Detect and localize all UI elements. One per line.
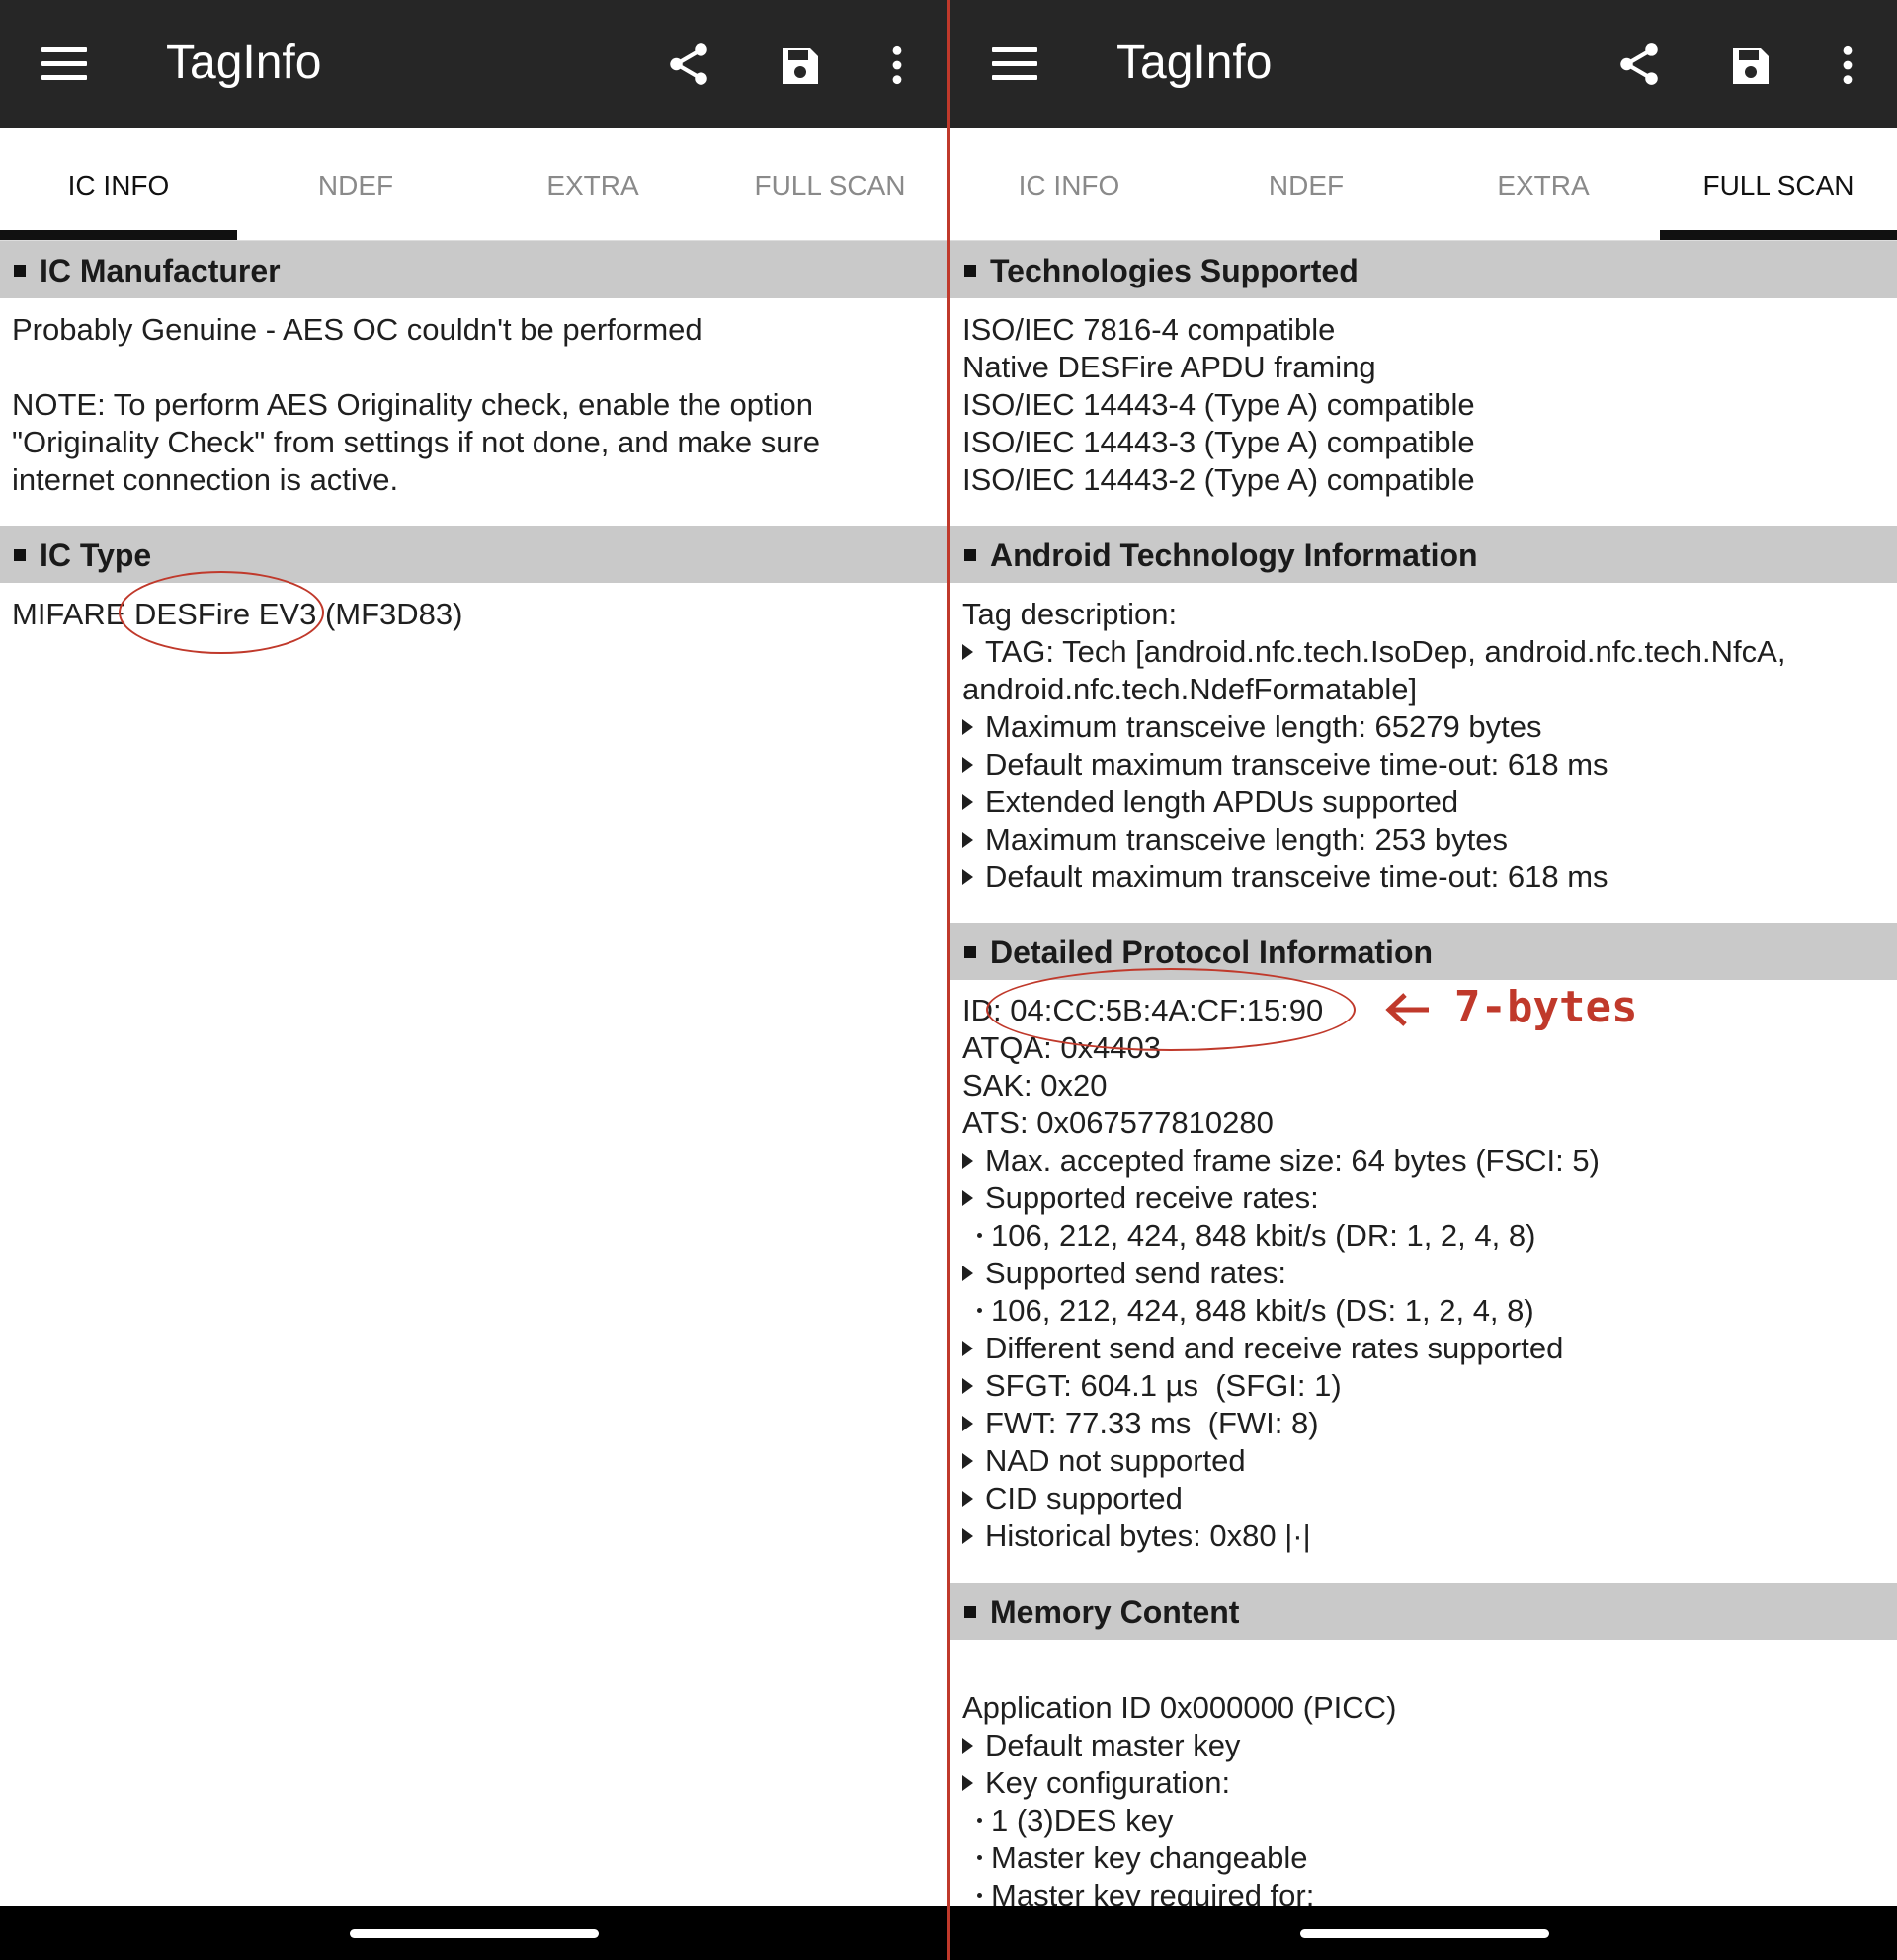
triangle-bullet-icon: [962, 1190, 973, 1206]
home-gesture-handle[interactable]: [1300, 1929, 1549, 1938]
triangle-bullet-icon: [962, 832, 973, 848]
triangle-bullet-icon: [962, 1528, 973, 1544]
list-item: ISO/IEC 14443-4 (Type A) compatible: [962, 387, 1475, 422]
app-bar: TagInfo: [0, 0, 947, 128]
dot-bullet-icon: [977, 1893, 982, 1898]
section-header-ic-type: IC Type: [0, 526, 947, 583]
tab-full-scan[interactable]: FULL SCAN: [711, 128, 947, 240]
more-vert-icon[interactable]: [1828, 43, 1867, 87]
section-bullet-icon: [964, 549, 976, 561]
technologies-content: ISO/IEC 7816-4 compatible Native DESFire…: [962, 311, 1881, 499]
list-item: ISO/IEC 14443-3 (Type A) compatible: [962, 425, 1475, 459]
triangle-bullet-icon: [962, 719, 973, 735]
app-title: TagInfo: [1116, 37, 1273, 89]
right-screen: TagInfo IC INFO NDEF EXTRA FULL SCAN Tec…: [950, 0, 1897, 1906]
share-icon[interactable]: [1614, 40, 1664, 89]
app-bar: TagInfo: [950, 0, 1897, 128]
more-vert-icon[interactable]: [877, 43, 917, 87]
save-icon[interactable]: [1727, 42, 1774, 90]
left-screen: TagInfo IC INFO NDEF EXTRA FULL SCAN IC …: [0, 0, 947, 1906]
tab-extra[interactable]: EXTRA: [474, 128, 711, 240]
memory-content: Application ID 0x000000 (PICC) Default m…: [962, 1690, 1397, 1906]
android-content: Tag description: TAG: Tech [android.nfc.…: [962, 597, 1786, 894]
section-header-ic-manufacturer: IC Manufacturer: [0, 241, 947, 298]
tab-ic-info[interactable]: IC INFO: [0, 128, 237, 240]
triangle-bullet-icon: [962, 1738, 973, 1754]
tab-extra[interactable]: EXTRA: [1425, 128, 1662, 240]
triangle-bullet-icon: [962, 1775, 973, 1791]
section-bullet-icon: [964, 265, 976, 277]
tab-ndef[interactable]: NDEF: [237, 128, 474, 240]
dot-bullet-icon: [977, 1818, 982, 1823]
section-header-android: Android Technology Information: [950, 526, 1897, 583]
triangle-bullet-icon: [962, 1378, 973, 1394]
annotation-ellipse-id: [986, 968, 1356, 1051]
triangle-bullet-icon: [962, 1153, 973, 1169]
triangle-bullet-icon: [962, 1491, 973, 1507]
triangle-bullet-icon: [962, 1266, 973, 1281]
section-header-memory: Memory Content: [950, 1583, 1897, 1640]
triangle-bullet-icon: [962, 644, 973, 660]
protocol-content: ID: 04:CC:5B:4A:CF:15:90 ATQA: 0x4403 SA…: [962, 992, 1881, 1555]
section-bullet-icon: [14, 265, 26, 277]
triangle-bullet-icon: [962, 1416, 973, 1431]
triangle-bullet-icon: [962, 1341, 973, 1356]
dot-bullet-icon: [977, 1855, 982, 1860]
system-nav-bar: [0, 1906, 947, 1960]
triangle-bullet-icon: [962, 757, 973, 773]
menu-icon[interactable]: [41, 47, 87, 81]
list-item: ISO/IEC 7816-4 compatible: [962, 312, 1336, 347]
annotation-arrow-icon: [1385, 993, 1429, 1026]
section-header-technologies: Technologies Supported: [950, 241, 1897, 298]
save-icon[interactable]: [777, 42, 824, 90]
tab-ic-info[interactable]: IC INFO: [950, 128, 1188, 240]
triangle-bullet-icon: [962, 869, 973, 885]
section-bullet-icon: [14, 549, 26, 561]
tab-full-scan[interactable]: FULL SCAN: [1660, 128, 1897, 240]
triangle-bullet-icon: [962, 794, 973, 810]
active-tab-indicator: [0, 230, 237, 240]
triangle-bullet-icon: [962, 1453, 973, 1469]
list-item: Native DESFire APDU framing: [962, 350, 1376, 384]
section-bullet-icon: [964, 946, 976, 958]
annotation-ellipse-desfire: [119, 571, 324, 654]
share-icon[interactable]: [664, 40, 713, 89]
section-bullet-icon: [964, 1606, 976, 1618]
list-item: ISO/IEC 14443-2 (Type A) compatible: [962, 462, 1475, 497]
system-nav-bar: [950, 1906, 1897, 1960]
annotation-label: 7-bytes: [1454, 982, 1638, 1032]
dot-bullet-icon: [977, 1308, 982, 1313]
app-title: TagInfo: [166, 37, 322, 89]
tab-bar: IC INFO NDEF EXTRA FULL SCAN: [0, 128, 947, 241]
tab-bar: IC INFO NDEF EXTRA FULL SCAN: [950, 128, 1897, 241]
home-gesture-handle[interactable]: [350, 1929, 599, 1938]
ic-manufacturer-content: Probably Genuine - AES OC couldn't be pe…: [12, 312, 821, 497]
dot-bullet-icon: [977, 1233, 982, 1238]
active-tab-indicator: [1660, 230, 1897, 240]
tab-ndef[interactable]: NDEF: [1188, 128, 1425, 240]
menu-icon[interactable]: [992, 47, 1037, 81]
